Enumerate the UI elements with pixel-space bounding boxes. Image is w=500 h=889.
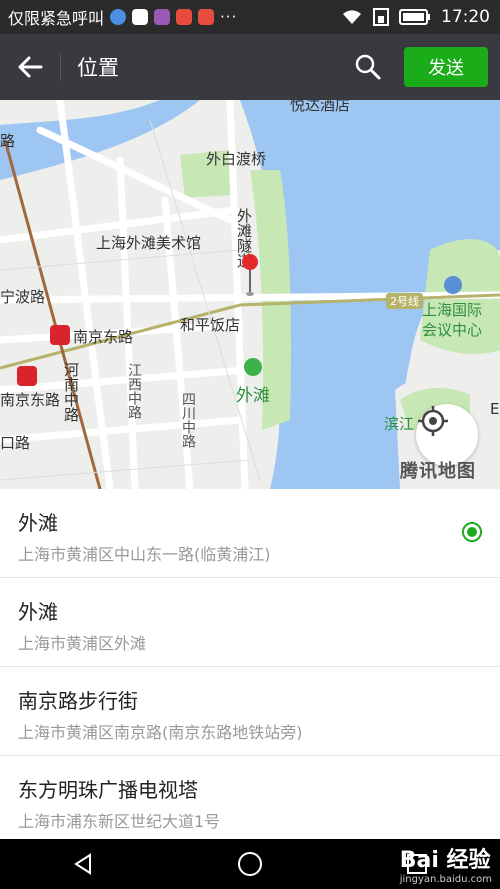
map-label-nanjing-east-road-1: 南京东路	[73, 328, 134, 346]
baidu-brand: Bai 经验	[399, 848, 491, 873]
back-button[interactable]	[0, 34, 60, 100]
send-button[interactable]: 发送	[404, 47, 488, 87]
place-name: 外滩	[18, 511, 58, 535]
map-label-binjiang: 滨江	[384, 415, 415, 433]
map-label-left-road-2: 口路	[0, 434, 31, 452]
place-list: 外滩 上海市黄浦区中山东一路(临黄浦江) 外滩 上海市黄浦区外滩 南京路步行街 …	[0, 489, 500, 840]
map-label-nanjing-east-road-2: 南京东路	[0, 391, 61, 409]
place-address: 上海市浦东新区世纪大道1号	[18, 812, 221, 831]
search-button[interactable]	[346, 45, 390, 89]
more-notifications-icon: ···	[220, 8, 238, 26]
place-item[interactable]: 外滩 上海市黄浦区外滩	[0, 578, 500, 667]
location-pin-icon	[242, 254, 258, 296]
metro-icon-2	[17, 366, 37, 386]
map-label-line2-badge: 2号线	[386, 293, 423, 309]
crosshair-icon	[418, 406, 448, 436]
selected-check-icon	[462, 522, 482, 542]
place-address: 上海市黄浦区外滩	[18, 634, 147, 653]
map-view[interactable]: 悦达酒店 外白渡桥 上海外滩美术馆 外滩隧道 宁波路 路 口路 南京东路 南京东…	[0, 100, 500, 489]
arrow-left-icon	[18, 56, 43, 78]
map-label-sichuan-middle-road: 四川中路	[180, 392, 196, 448]
map-label-jiangxi-middle-road: 江西中路	[126, 363, 142, 419]
wifi-icon	[343, 10, 361, 24]
map-watermark: 腾讯地图	[400, 461, 476, 482]
triangle-back-icon	[74, 853, 92, 875]
map-label-the-bund: 外滩	[236, 386, 270, 406]
circle-home-icon	[237, 852, 262, 876]
place-name: 东方明珠广播电视塔	[18, 778, 198, 802]
place-item[interactable]: 东方明珠广播电视塔 上海市浦东新区世纪大道1号	[0, 756, 500, 840]
metro-icon	[50, 325, 70, 345]
place-address: 上海市黄浦区南京路(南京东路地铁站旁)	[18, 723, 303, 742]
clock: 17:20	[441, 7, 490, 27]
map-label-right-road: E	[490, 400, 500, 418]
nav-home-button[interactable]	[220, 839, 280, 889]
search-icon	[355, 54, 381, 80]
place-name: 南京路步行街	[18, 689, 138, 713]
map-label-henan-middle-road: 河南中路	[62, 362, 80, 422]
building-icon	[444, 276, 462, 294]
page-title: 位置	[77, 56, 119, 80]
status-bar: 仅限紧急呼叫 ··· 17:20	[0, 0, 500, 34]
nav-back-button[interactable]	[53, 839, 113, 889]
place-address: 上海市黄浦区中山东一路(临黄浦江)	[18, 545, 271, 564]
news-app-icon-2	[198, 9, 215, 25]
baidu-site: jingyan.baidu.com	[399, 874, 492, 885]
battery-icon	[399, 9, 430, 25]
app-icon	[132, 9, 149, 25]
map-label-peace-hotel: 和平饭店	[180, 316, 241, 334]
map-label-bund-art-museum: 上海外滩美术馆	[96, 234, 202, 252]
map-label-yueda-hotel: 悦达酒店	[290, 100, 351, 114]
place-item[interactable]: 南京路步行街 上海市黄浦区南京路(南京东路地铁站旁)	[0, 667, 500, 756]
map-label-waibaidu-bridge: 外白渡桥	[206, 150, 267, 168]
place-name: 外滩	[18, 600, 58, 624]
baidu-watermark: Bai 经验 jingyan.baidu.com	[400, 842, 492, 885]
gallery-app-icon	[154, 9, 171, 25]
news-app-icon	[176, 9, 193, 25]
location-app-icon	[110, 9, 127, 25]
header-divider	[60, 53, 61, 81]
sim-icon	[373, 8, 389, 26]
map-label-left-road-1: 路	[0, 132, 16, 150]
place-item[interactable]: 外滩 上海市黄浦区中山东一路(临黄浦江)	[0, 489, 500, 578]
map-label-ningbo-road: 宁波路	[0, 288, 46, 306]
map-label-shanghai-intl-conv-center: 上海国际会议中心	[422, 301, 483, 339]
park-icon	[244, 358, 262, 376]
header-bar: 位置 发送	[0, 34, 500, 100]
carrier-text: 仅限紧急呼叫	[8, 9, 105, 28]
